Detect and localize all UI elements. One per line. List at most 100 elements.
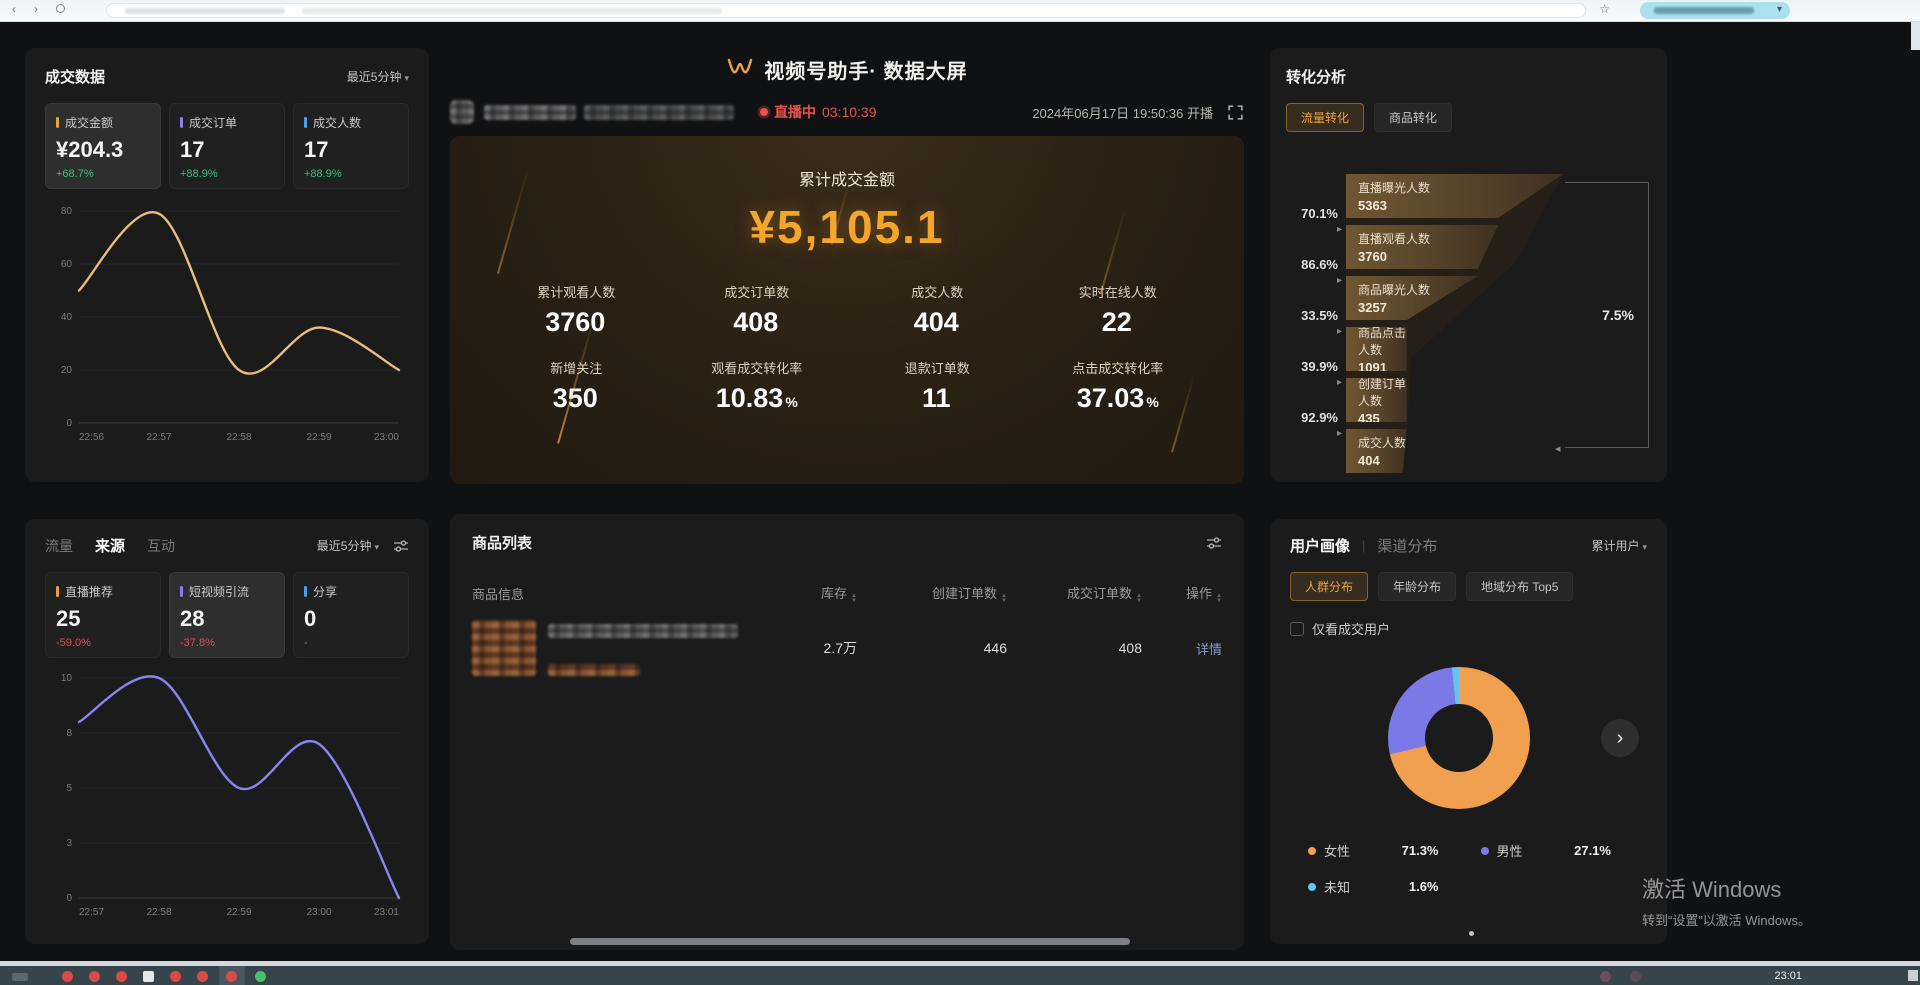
column-stock[interactable]: 库存▲▼	[747, 583, 857, 604]
series-indicator	[180, 117, 183, 128]
svg-text:60: 60	[61, 259, 73, 270]
carousel-next-button[interactable]: ›	[1601, 719, 1639, 757]
metric-card-amount[interactable]: 成交金额 ¥204.3 +68.7%	[45, 103, 161, 189]
svg-text:8: 8	[66, 728, 72, 739]
windows-taskbar: 23:01	[0, 966, 1920, 985]
taskbar-app-icon[interactable]	[255, 971, 266, 982]
column-product-info: 商品信息	[472, 584, 747, 603]
tab-product-conversion[interactable]: 商品转化	[1374, 103, 1452, 132]
funnel-rows: 直播曝光人数5363直播观看人数3760商品曝光人数3257商品点击人数1091…	[1346, 174, 1563, 480]
paid-users-only-checkbox[interactable]	[1290, 622, 1304, 636]
step-arrow-icon: ▸	[1301, 224, 1342, 235]
fullscreen-icon[interactable]	[1227, 104, 1244, 121]
show-desktop-button[interactable]	[1908, 970, 1918, 981]
bookmark-star-icon[interactable]: ☆	[1599, 2, 1610, 16]
source-trend-chart: 10853022:5722:5822:5923:0023:01	[45, 666, 409, 924]
conversion-analysis-panel: 转化分析 流量转化 商品转化 70.1%▸86.6%▸33.5%▸39.9%▸9…	[1270, 48, 1667, 482]
step-arrow-icon: ▸	[1301, 428, 1342, 439]
taskbar-app-icon[interactable]	[62, 971, 73, 982]
live-duration: 03:10:39	[822, 104, 877, 120]
conversion-funnel-chart: 70.1%▸86.6%▸33.5%▸39.9%▸92.9%▸ 直播曝光人数536…	[1286, 174, 1651, 470]
legend-item[interactable]: 男性27.1%	[1481, 841, 1654, 860]
product-thumbnail-blur	[472, 620, 536, 676]
column-completed-orders[interactable]: 成交订单数▲▼	[1007, 583, 1142, 604]
stat-click-conversion: 点击成交转化率37.03%	[1028, 358, 1209, 414]
legend-label: 未知	[1324, 877, 1350, 896]
tray-icon[interactable]	[1600, 971, 1611, 982]
forward-icon[interactable]: ›	[34, 2, 38, 16]
legend-label: 女性	[1324, 841, 1350, 860]
series-indicator	[56, 586, 59, 597]
streamer-name-blur	[484, 105, 576, 120]
chevron-down-icon: ▾	[374, 542, 379, 552]
column-created-orders[interactable]: 创建订单数▲▼	[857, 583, 1007, 604]
svg-text:5: 5	[66, 783, 72, 794]
tab-traffic-conversion[interactable]: 流量转化	[1286, 103, 1364, 132]
refresh-icon[interactable]	[56, 4, 65, 13]
metric-card-short-video[interactable]: 短视频引流 28 -37.8%	[169, 572, 285, 658]
detail-link[interactable]: 详情	[1142, 639, 1222, 658]
funnel-step-label: 商品点击人数	[1358, 324, 1407, 358]
funnel-step-rates: 70.1%▸86.6%▸33.5%▸39.9%▸92.9%▸	[1286, 174, 1342, 470]
subtab-region-top5[interactable]: 地域分布 Top5	[1466, 572, 1573, 601]
user-scope-dropdown[interactable]: 累计用户▾	[1591, 537, 1647, 554]
column-actions[interactable]: 操作▲▼	[1142, 583, 1222, 604]
funnel-overall-rate-bracket: 7.5% ◂	[1565, 182, 1649, 448]
taskbar-app-icon[interactable]	[143, 971, 154, 982]
metric-card-orders[interactable]: 成交订单 17 +88.9%	[169, 103, 285, 189]
metric-value: 17	[304, 137, 398, 163]
funnel-bar: 创建订单人数435	[1346, 378, 1407, 422]
url-text-blur	[125, 8, 285, 14]
metric-value: ¥204.3	[56, 137, 150, 163]
funnel-step-value: 404	[1358, 453, 1407, 468]
funnel-step-value: 1091	[1358, 360, 1407, 375]
metric-card-buyers[interactable]: 成交人数 17 +88.9%	[293, 103, 409, 189]
taskbar-clock: 23:01	[1774, 970, 1802, 982]
product-list-panel: 商品列表 商品信息 库存▲▼ 创建订单数▲▼ 成交订单数▲▼ 操作▲▼ 2.7万…	[450, 514, 1244, 950]
tab-traffic[interactable]: 流量	[45, 536, 73, 556]
tray-icon[interactable]	[1630, 971, 1641, 982]
chevron-down-icon: ▾	[404, 73, 409, 83]
horizontal-scrollbar-thumb[interactable]	[570, 938, 1130, 945]
legend-dot	[1308, 847, 1316, 855]
filter-sliders-icon[interactable]	[1206, 536, 1222, 550]
taskbar-app-icon[interactable]	[116, 971, 127, 982]
donut-legend: 女性71.3%男性27.1%未知1.6%	[1308, 841, 1653, 896]
svg-text:22:56: 22:56	[79, 432, 104, 443]
tab-interaction[interactable]: 互动	[147, 536, 175, 556]
taskbar-app-icon[interactable]	[89, 971, 100, 982]
funnel-step-label: 成交人数	[1358, 434, 1407, 451]
windows-activation-watermark: 激活 Windows 转到“设置”以激活 Windows。	[1642, 872, 1811, 929]
tab-user-profile[interactable]: 用户画像	[1290, 535, 1350, 556]
metric-card-share[interactable]: 分享 0 -	[293, 572, 409, 658]
filter-sliders-icon[interactable]	[393, 539, 409, 553]
tab-channel-distribution[interactable]: 渠道分布	[1377, 535, 1437, 556]
traffic-source-panel: 流量 来源 互动 最近5分钟▾ 直播推荐 25 -59.0% 短视频引流 28 …	[25, 519, 429, 944]
legend-value: 27.1%	[1574, 843, 1653, 858]
cell-created-orders: 446	[857, 640, 1007, 656]
cumulative-sales-panel: 累计成交金额 ¥5,105.1 累计观看人数3760 成交订单数408 成交人数…	[450, 136, 1244, 484]
start-button[interactable]	[12, 973, 28, 981]
live-status-badge: 直播中 03:10:39	[760, 102, 877, 122]
taskbar-active-app-tile[interactable]	[219, 966, 245, 985]
funnel-step-value: 435	[1358, 411, 1407, 426]
browser-scrollbar[interactable]	[1911, 22, 1920, 50]
legend-item[interactable]: 未知1.6%	[1308, 877, 1481, 896]
taskbar-app-icon[interactable]	[170, 971, 181, 982]
browser-extension-button[interactable]: ▾	[1640, 2, 1790, 19]
extension-label-blur	[1654, 7, 1754, 14]
metric-card-live-recommend[interactable]: 直播推荐 25 -59.0%	[45, 572, 161, 658]
metric-change: +88.9%	[180, 168, 274, 180]
svg-text:23:00: 23:00	[374, 432, 399, 443]
back-icon[interactable]: ‹	[12, 2, 16, 16]
subtab-age-distribution[interactable]: 年龄分布	[1378, 572, 1456, 601]
svg-text:3: 3	[66, 838, 72, 849]
tab-source[interactable]: 来源	[95, 535, 125, 556]
taskbar-app-icon[interactable]	[197, 971, 208, 982]
time-range-dropdown[interactable]: 最近5分钟▾	[347, 68, 409, 85]
address-bar[interactable]	[106, 3, 1586, 18]
legend-item[interactable]: 女性71.3%	[1308, 841, 1481, 860]
subtab-crowd-distribution[interactable]: 人群分布	[1290, 572, 1368, 601]
carousel-page-dot[interactable]	[1469, 931, 1474, 936]
time-range-dropdown[interactable]: 最近5分钟▾	[317, 537, 379, 554]
